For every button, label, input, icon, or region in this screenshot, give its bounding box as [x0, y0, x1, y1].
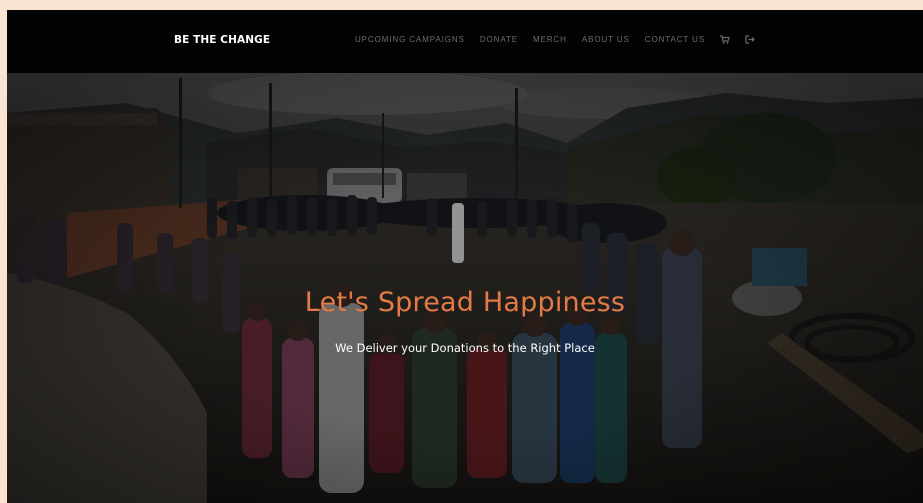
nav-link-merch[interactable]: MERCH — [533, 35, 567, 44]
nav-link-about-us[interactable]: ABOUT US — [582, 35, 630, 44]
hero-subheadline: We Deliver your Donations to the Right P… — [335, 341, 595, 355]
nav-links: UPCOMING CAMPAIGNS DONATE MERCH ABOUT US… — [355, 35, 755, 44]
nav-link-donate[interactable]: DONATE — [480, 35, 518, 44]
logout-icon[interactable] — [745, 35, 755, 44]
nav-link-upcoming-campaigns[interactable]: UPCOMING CAMPAIGNS — [355, 35, 465, 44]
navbar: BE THE CHANGE UPCOMING CAMPAIGNS DONATE … — [7, 10, 923, 73]
nav-link-contact-us[interactable]: CONTACT US — [645, 35, 705, 44]
hero-headline: Let's Spread Happiness — [304, 287, 626, 318]
hero-section: Let's Spread Happiness We Deliver your D… — [7, 73, 923, 503]
cart-icon[interactable] — [720, 35, 730, 44]
page-frame: BE THE CHANGE UPCOMING CAMPAIGNS DONATE … — [7, 10, 923, 503]
brand-logo[interactable]: BE THE CHANGE — [174, 34, 270, 46]
